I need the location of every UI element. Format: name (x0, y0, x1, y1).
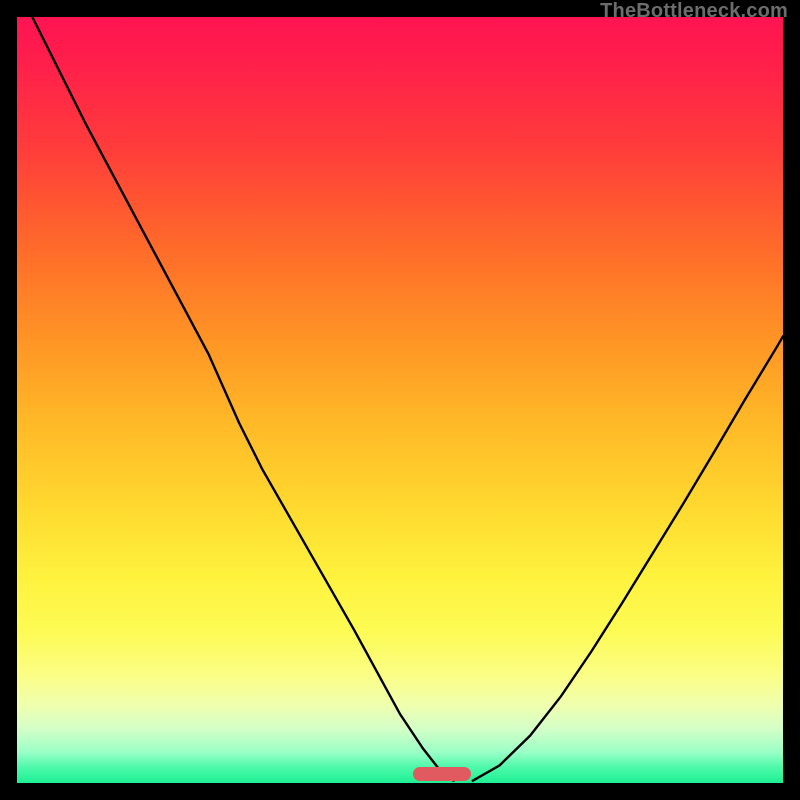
bottleneck-curve (17, 17, 783, 783)
curve-left-branch (32, 17, 453, 781)
chart-stage: TheBottleneck.com (0, 0, 800, 800)
optimal-marker (413, 767, 470, 781)
watermark-text: TheBottleneck.com (600, 0, 788, 23)
plot-area (17, 17, 783, 783)
curve-right-branch (473, 336, 783, 780)
